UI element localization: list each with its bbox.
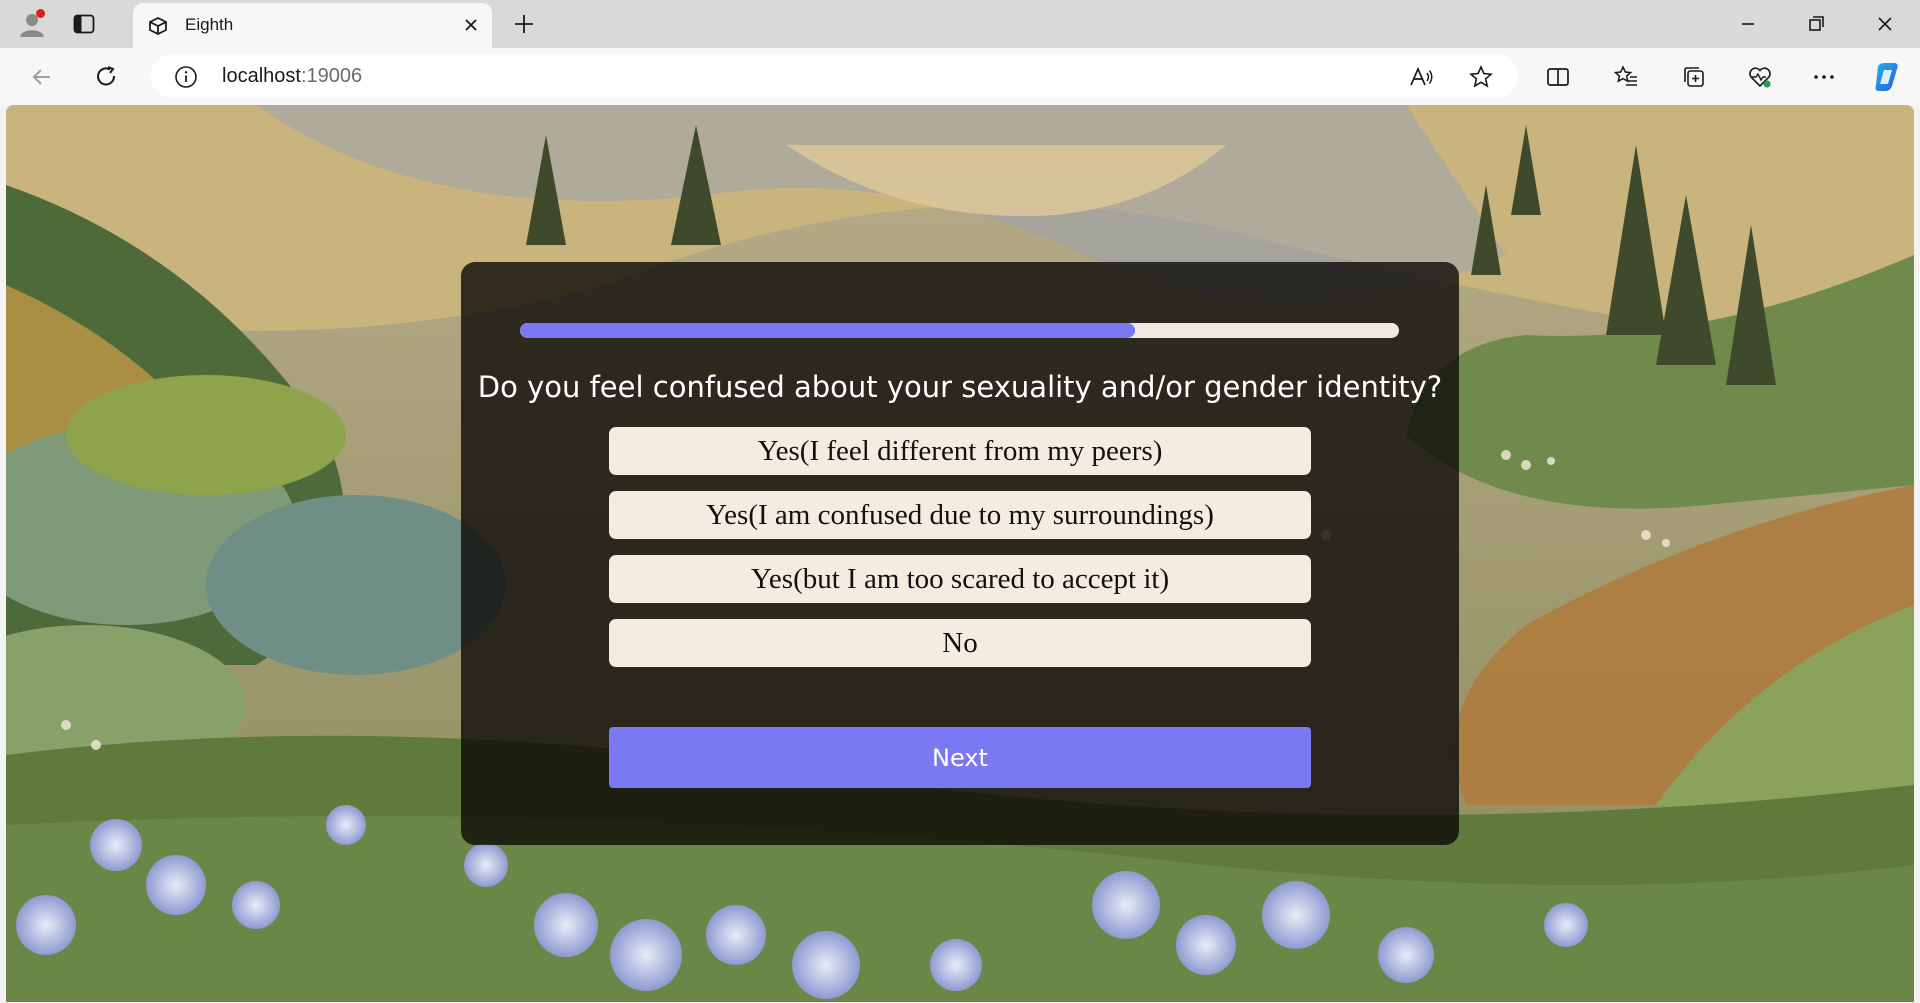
new-tab-icon[interactable] <box>510 10 538 38</box>
more-dots-icon <box>1814 75 1834 79</box>
back-arrow-icon <box>32 69 50 85</box>
address-bar[interactable]: localhost:19006 <box>150 54 1518 98</box>
heart-health-icon <box>1749 67 1771 88</box>
collections-button[interactable] <box>1679 62 1709 92</box>
collections-icon <box>1684 67 1704 87</box>
split-screen-button[interactable] <box>1543 62 1573 92</box>
more-menu-button[interactable] <box>1809 62 1839 92</box>
favorites-list-icon <box>1613 65 1637 86</box>
url-port: :19006 <box>300 65 363 87</box>
tab-actions-button[interactable] <box>72 12 96 36</box>
reload-button[interactable] <box>92 62 122 92</box>
url-host: localhost <box>222 65 301 87</box>
close-tab-icon[interactable] <box>462 16 480 34</box>
option-button[interactable]: Yes(I feel different from my peers) <box>609 427 1311 475</box>
tab-favicon-icon <box>149 16 167 36</box>
back-button[interactable] <box>27 62 57 92</box>
url-text: localhost:19006 <box>222 65 362 88</box>
option-button[interactable]: Yes(I am confused due to my surroundings… <box>609 491 1311 539</box>
favorite-star-icon[interactable] <box>1468 64 1494 90</box>
reload-icon <box>97 66 116 86</box>
next-button[interactable]: Next <box>609 727 1311 788</box>
site-info-icon[interactable] <box>174 65 198 89</box>
close-window-icon[interactable] <box>1871 10 1899 38</box>
question-text: Do you feel confused about your sexualit… <box>477 370 1443 404</box>
copilot-icon <box>1875 63 1898 91</box>
notification-dot <box>36 9 45 18</box>
split-screen-icon <box>1547 68 1569 86</box>
copilot-button[interactable] <box>1869 59 1905 95</box>
read-aloud-icon[interactable] <box>1408 64 1434 90</box>
profile-button[interactable] <box>14 6 50 42</box>
option-button[interactable]: Yes(but I am too scared to accept it) <box>609 555 1311 603</box>
browser-toolbar: localhost:19006 <box>0 48 1920 105</box>
progress-bar-fill <box>520 323 1136 338</box>
tab-title: Eighth <box>185 15 234 34</box>
browser-essentials-button[interactable] <box>1745 62 1775 92</box>
option-button[interactable]: No <box>609 619 1311 667</box>
favorites-button[interactable] <box>1611 62 1641 92</box>
active-tab[interactable]: Eighth <box>133 3 492 48</box>
progress-bar <box>520 323 1399 338</box>
quiz-card: Do you feel confused about your sexualit… <box>461 262 1459 845</box>
tab-actions-icon <box>73 14 95 34</box>
tab-strip: Eighth <box>0 0 1920 48</box>
minimize-icon[interactable] <box>1734 10 1762 38</box>
restore-icon[interactable] <box>1802 10 1830 38</box>
page-viewport: Do you feel confused about your sexualit… <box>6 105 1914 1002</box>
